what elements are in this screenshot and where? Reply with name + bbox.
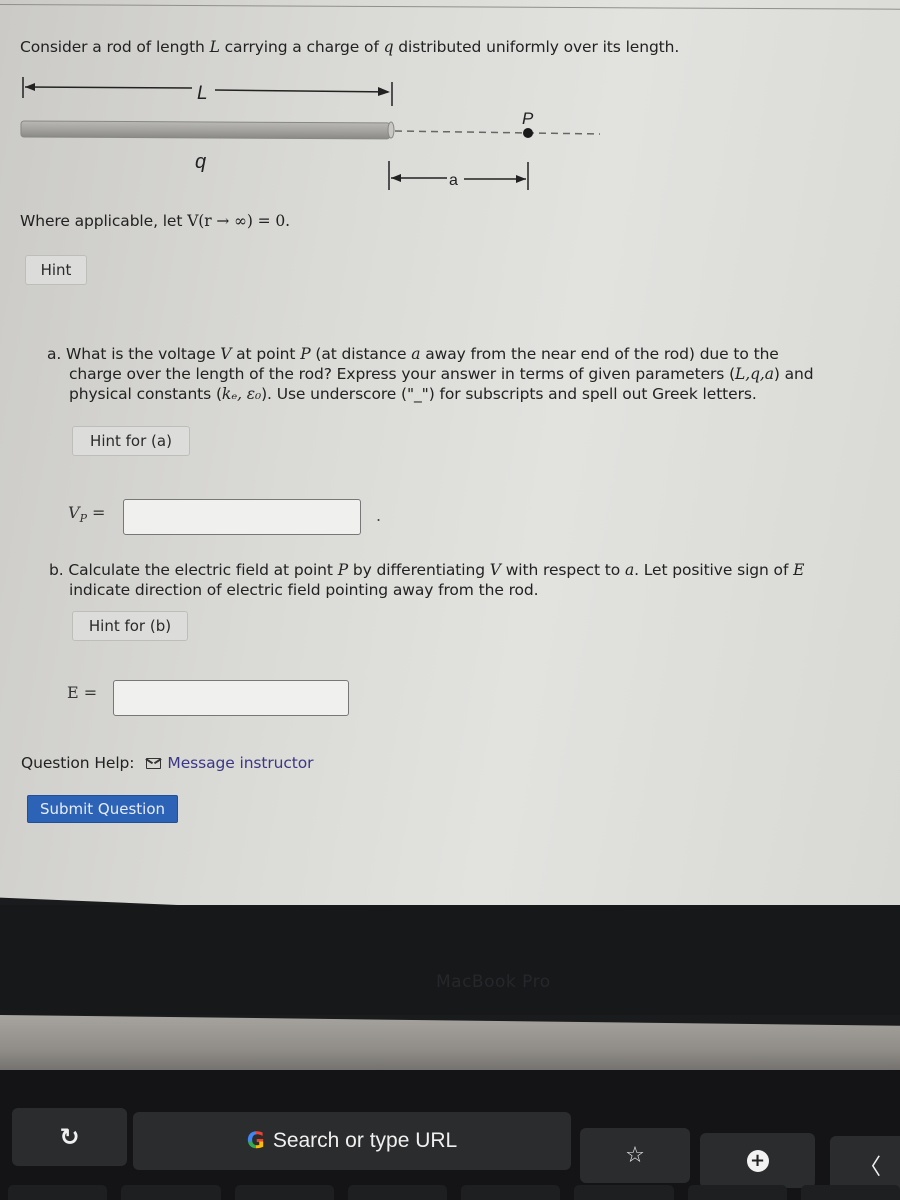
vp-answer-input[interactable] xyxy=(123,499,361,535)
text: by differentiating xyxy=(348,561,490,579)
e-answer-input[interactable] xyxy=(113,680,349,716)
web-page: Consider a rod of length L carrying a ch… xyxy=(0,0,900,935)
answer-suffix: . xyxy=(376,506,382,525)
question-b-line1: b. Calculate the electric field at point… xyxy=(49,560,804,580)
text: physical constants ( xyxy=(69,385,222,403)
key xyxy=(800,1185,900,1200)
vp-label: VP = xyxy=(68,503,106,526)
text: ). Use underscore ("_") for subscripts a… xyxy=(261,385,757,403)
key xyxy=(687,1185,787,1200)
key xyxy=(347,1185,447,1200)
text: with respect to xyxy=(500,561,625,579)
constants: kₑ, ε₀ xyxy=(221,385,262,403)
rod-diagram: L P q a xyxy=(20,77,601,190)
brand-label: MacBook Pro xyxy=(436,972,551,992)
charge-label: q xyxy=(195,151,206,173)
key xyxy=(461,1185,561,1200)
potential-condition: V(r → ∞) = 0. xyxy=(187,212,290,230)
star-icon: ☆ xyxy=(625,1143,645,1168)
question-a: a. What is the voltage V at point P (at … xyxy=(47,344,814,404)
var-V: V xyxy=(489,561,501,579)
text: charge over the length of the rod? Expre… xyxy=(69,365,736,383)
intro-text: Consider a rod of length xyxy=(20,38,210,56)
question-b-line2: indicate direction of electric field poi… xyxy=(69,581,539,599)
var-a: a xyxy=(624,561,635,579)
mail-icon[interactable] xyxy=(146,757,162,769)
hint-button[interactable]: Hint xyxy=(25,255,87,285)
submit-question-button[interactable]: Submit Question xyxy=(27,795,178,823)
text: . Let positive sign of xyxy=(634,561,794,579)
point-P xyxy=(523,128,533,138)
touchbar-search-button[interactable]: G Search or type URL xyxy=(133,1112,571,1170)
key xyxy=(234,1185,334,1200)
text: at point xyxy=(231,345,301,363)
laptop-bezel xyxy=(0,905,900,1015)
question-a-line1: a. What is the voltage V at point P (at … xyxy=(47,344,814,364)
message-instructor-link[interactable]: Message instructor xyxy=(167,754,313,772)
text: (at distance xyxy=(310,345,412,363)
search-placeholder: Search or type URL xyxy=(272,1129,458,1152)
touchbar-new-tab-button[interactable]: + xyxy=(700,1133,815,1188)
var-L: L xyxy=(209,38,220,56)
help-label: Question Help: xyxy=(21,754,135,772)
question-a-line3: physical constants (kₑ, ε₀). Use undersc… xyxy=(47,384,814,404)
text: away from the near end of the rod) due t… xyxy=(420,345,779,363)
laptop-hinge xyxy=(0,1015,900,1075)
google-icon: G xyxy=(246,1128,265,1154)
length-label: L xyxy=(197,83,208,104)
text: b. Calculate the electric field at point xyxy=(49,561,338,579)
question-a-line2: charge over the length of the rod? Expre… xyxy=(47,364,814,384)
distance-dimension xyxy=(388,161,529,190)
e-label: E = xyxy=(67,683,98,702)
key xyxy=(574,1185,674,1200)
reload-icon: ↻ xyxy=(59,1123,80,1151)
question-b: b. Calculate the electric field at point… xyxy=(49,560,804,600)
question-help: Question Help: Message instructor xyxy=(21,754,314,772)
text: a. What is the voltage xyxy=(47,345,221,363)
chevron-left-icon: 〈 xyxy=(858,1155,881,1180)
key xyxy=(121,1185,221,1200)
var-P: P xyxy=(300,345,311,363)
point-label: P xyxy=(522,109,534,128)
intro-text: carrying a charge of xyxy=(219,38,384,56)
plus-icon: + xyxy=(746,1149,769,1172)
distance-label: a xyxy=(449,172,458,189)
rod xyxy=(20,120,391,140)
key xyxy=(8,1185,108,1200)
axis-dashed-line xyxy=(394,130,601,135)
divider xyxy=(0,4,900,10)
var-q: q xyxy=(383,38,394,56)
problem-intro: Consider a rod of length L carrying a ch… xyxy=(20,38,679,56)
boundary-condition: Where applicable, let V(r → ∞) = 0. xyxy=(20,212,290,230)
where-text: Where applicable, let xyxy=(20,212,188,230)
text: ) and xyxy=(773,365,814,383)
keyboard-row xyxy=(0,1185,900,1200)
params: L,q,a xyxy=(735,365,774,383)
touchbar-reload-button[interactable]: ↻ xyxy=(12,1108,127,1166)
var-V: V xyxy=(220,345,232,363)
rod-end xyxy=(387,121,395,139)
var-E: E xyxy=(793,561,805,579)
intro-text: distributed uniformly over its length. xyxy=(393,38,680,56)
touchbar-bookmark-button[interactable]: ☆ xyxy=(580,1128,690,1183)
var-P: P xyxy=(337,561,349,579)
hint-b-button[interactable]: Hint for (b) xyxy=(72,611,188,641)
hint-a-button[interactable]: Hint for (a) xyxy=(72,426,190,456)
